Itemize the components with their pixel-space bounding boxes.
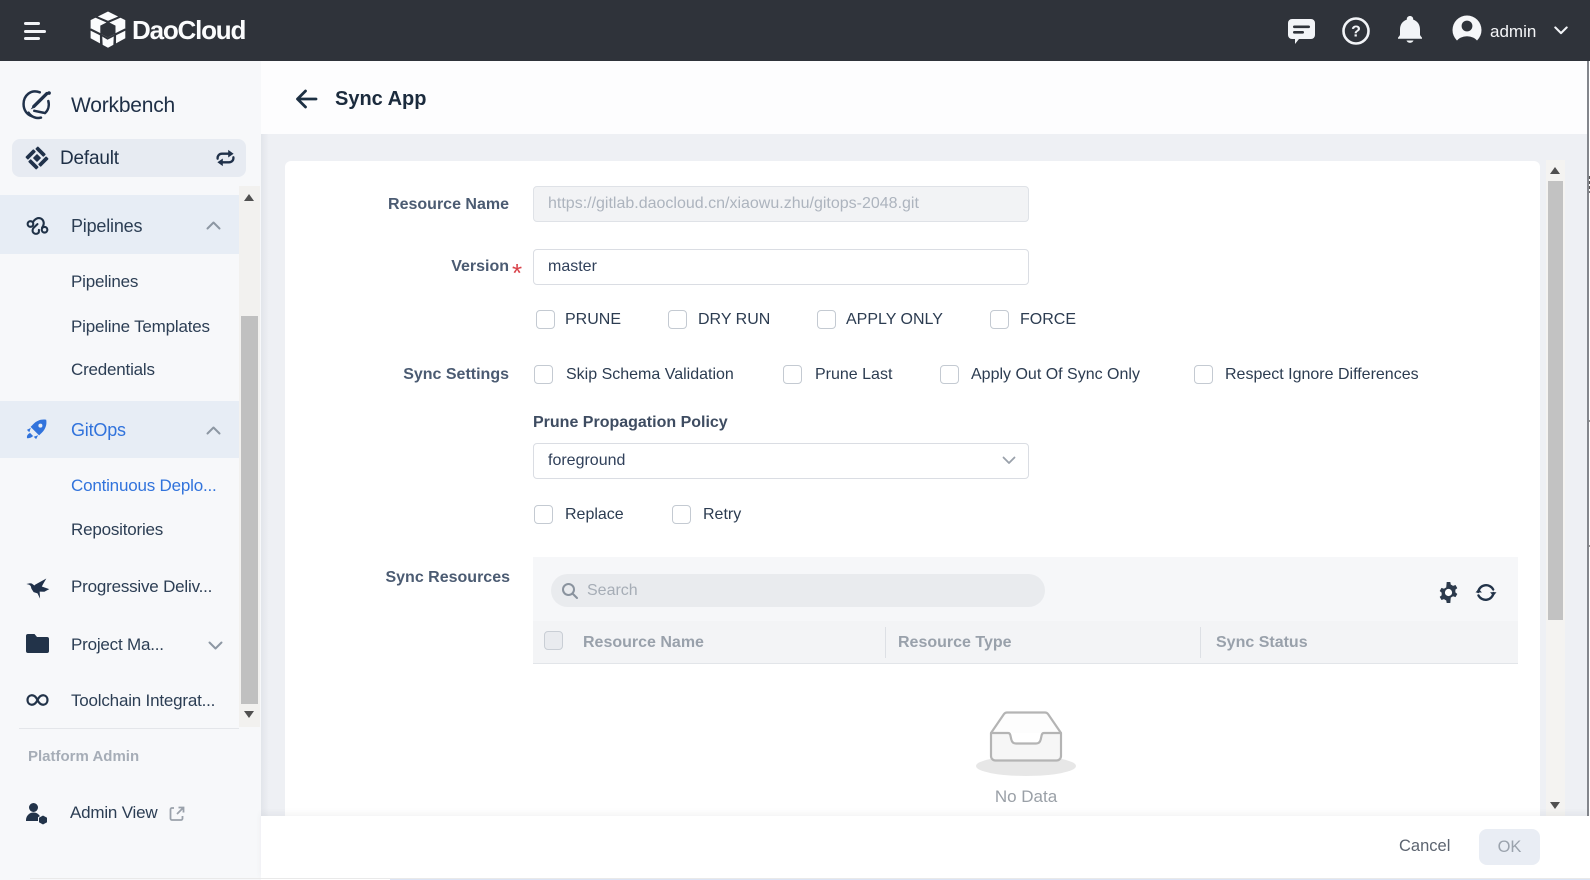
svg-text:?: ? bbox=[1351, 24, 1361, 41]
